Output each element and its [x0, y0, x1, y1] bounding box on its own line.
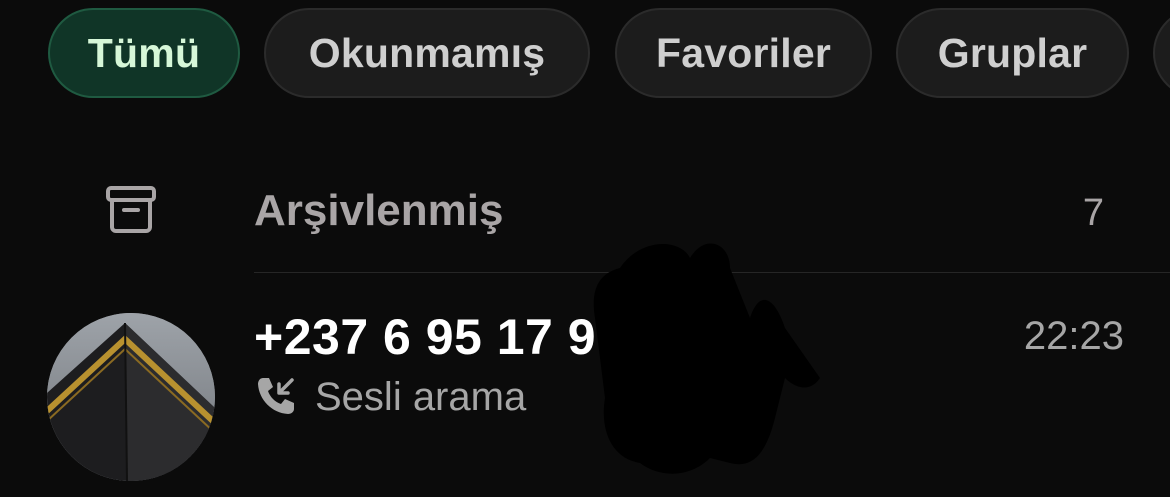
archive-box-icon	[106, 186, 156, 233]
filter-chip-all[interactable]: Tümü	[48, 8, 240, 98]
filter-chip-label: Tümü	[87, 29, 201, 76]
filter-chip-label: Okunmamış	[308, 29, 546, 76]
chat-name: +237 6 95 17 9	[254, 309, 597, 365]
kaaba-photo-icon	[47, 313, 215, 481]
archived-label: Arşivlenmiş	[254, 186, 504, 235]
archived-count: 7	[1082, 192, 1104, 234]
chat-preview: Sesli arama	[315, 375, 527, 419]
avatar[interactable]	[47, 313, 215, 481]
filter-chip-unread[interactable]: Okunmamış	[264, 8, 590, 98]
filter-chip-more[interactable]	[1153, 8, 1170, 98]
filter-chip-groups[interactable]: Gruplar	[896, 8, 1129, 98]
chat-list-screen: Tümü Okunmamış Favoriler Gruplar Arşivle…	[0, 0, 1170, 497]
filter-chip-label: Gruplar	[937, 29, 1088, 76]
redaction-scribble	[593, 243, 820, 474]
chat-time: 22:23	[1023, 314, 1124, 358]
incoming-call-icon	[258, 378, 294, 414]
filter-chip-label: Favoriler	[656, 29, 831, 76]
filter-chip-favorites[interactable]: Favoriler	[615, 8, 872, 98]
